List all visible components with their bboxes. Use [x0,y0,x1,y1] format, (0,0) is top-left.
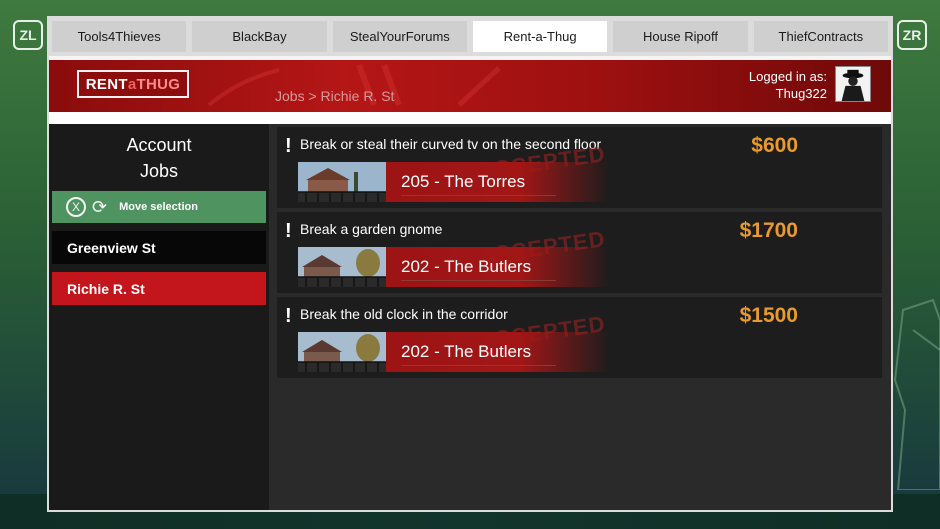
alert-marker: ! [285,135,292,157]
sidebar-item-greenview-st[interactable]: Greenview St [52,231,266,264]
job-description: Break a garden gnome [300,221,443,237]
house-thumbnail [298,162,386,202]
crowbar-decoration [207,63,501,107]
avatar[interactable] [835,66,871,102]
tab-thiefcontracts[interactable]: ThiefContracts [753,21,888,52]
job-unit: 202 - The Butlers [401,257,532,276]
zl-button-icon[interactable]: ZL [13,20,43,50]
logo-text-rent: RENT [85,75,128,93]
job-card[interactable]: ! Break the old clock in the corridor AC… [277,297,882,378]
zr-button-icon[interactable]: ZR [897,20,927,50]
login-info: Logged in as: Thug322 [749,68,827,102]
job-card[interactable]: ! Break a garden gnome ACCEPTED $1700 20… [277,212,882,293]
browser-window: Tools4Thieves BlackBay StealYourForums R… [47,16,893,512]
job-unit: 202 - The Butlers [401,342,532,361]
unit-underline [401,280,556,281]
content-area: Account Jobs X ⟳ Move selection Greenvie… [49,124,891,510]
alert-marker: ! [285,220,292,242]
sidebar-title-account: Account [126,135,192,155]
job-card[interactable]: ! Break or steal their curved tv on the … [277,127,882,208]
site-header: RENT a THUG Jobs > Richie R. St Logged in … [49,60,891,112]
jobs-list: ! Break or steal their curved tv on the … [269,124,891,510]
unit-underline [401,195,556,196]
tab-rent-a-thug[interactable]: Rent-a-Thug [472,21,608,52]
rotate-arrows-icon: ⟳ [92,196,108,217]
header-divider [49,112,891,124]
move-selection-label: Move selection [119,201,198,213]
house-thumbnail [298,247,386,287]
tab-tools4thieves[interactable]: Tools4Thieves [52,21,187,52]
tab-stealyourforums[interactable]: StealYourForums [332,21,467,52]
move-selection-bar[interactable]: X ⟳ Move selection [52,191,266,223]
sidebar-title-jobs: Jobs [139,161,179,181]
logo-text-a: a [127,75,137,93]
job-reward: $1500 [739,304,798,327]
rent-a-thug-logo[interactable]: RENT a THUG [77,70,189,98]
login-label: Logged in as: [748,69,827,84]
job-unit: 205 - The Torres [401,172,526,191]
job-reward: $600 [751,134,798,157]
unit-underline [401,365,556,366]
logo-text-thug: THUG [136,75,181,93]
username: Thug322 [775,86,827,101]
tab-blackbay[interactable]: BlackBay [192,21,327,52]
sidebar-item-richie-r-st[interactable]: Richie R. St [52,272,266,305]
house-thumbnail [298,332,386,372]
sidebar: Account Jobs X ⟳ Move selection Greenvie… [49,124,269,510]
breadcrumb: Jobs > Richie R. St [275,88,395,104]
tab-house-ripoff[interactable]: House Ripoff [613,21,748,52]
job-reward: $1700 [739,219,798,242]
alert-marker: ! [285,305,292,327]
tab-bar: Tools4Thieves BlackBay StealYourForums R… [49,18,891,56]
x-button-icon: X [66,197,86,217]
job-description: Break the old clock in the corridor [300,306,508,322]
thief-silhouette-decoration [893,298,940,490]
